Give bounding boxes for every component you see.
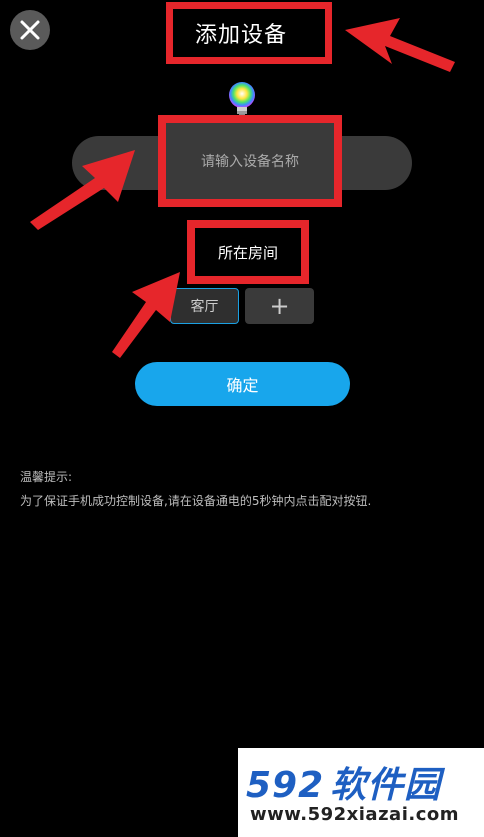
watermark-brand: 软件园 [330, 765, 442, 806]
close-button[interactable] [10, 10, 50, 50]
color-bulb-icon [226, 80, 258, 120]
room-label: 所在房间 [217, 243, 278, 262]
room-option-label: 客厅 [190, 299, 219, 315]
confirm-button[interactable]: 确定 [135, 362, 350, 406]
room-option-living-room[interactable]: 客厅 [170, 288, 239, 324]
add-room-button[interactable]: + [245, 288, 314, 324]
device-name-input[interactable]: 请输入设备名称 [158, 115, 342, 207]
watermark-logo: 592 软件园 www.592xiazai.com [238, 748, 484, 837]
confirm-label: 确定 [226, 376, 259, 395]
watermark-number: 592 [246, 765, 325, 806]
plus-icon: + [269, 292, 290, 320]
page-title-highlight: 添加设备 [166, 2, 332, 64]
page-title: 添加设备 [195, 23, 288, 48]
device-name-placeholder: 请输入设备名称 [201, 154, 299, 170]
arrow-icon [345, 18, 455, 72]
tip-text: 为了保证手机成功控制设备,请在设备通电的5秒钟内点击配对按钮. [20, 494, 372, 508]
watermark-url: www.592xiazai.com [250, 804, 459, 825]
room-label-highlight: 所在房间 [187, 220, 309, 284]
tip-title: 温馨提示: [20, 470, 73, 484]
close-icon [20, 20, 40, 40]
